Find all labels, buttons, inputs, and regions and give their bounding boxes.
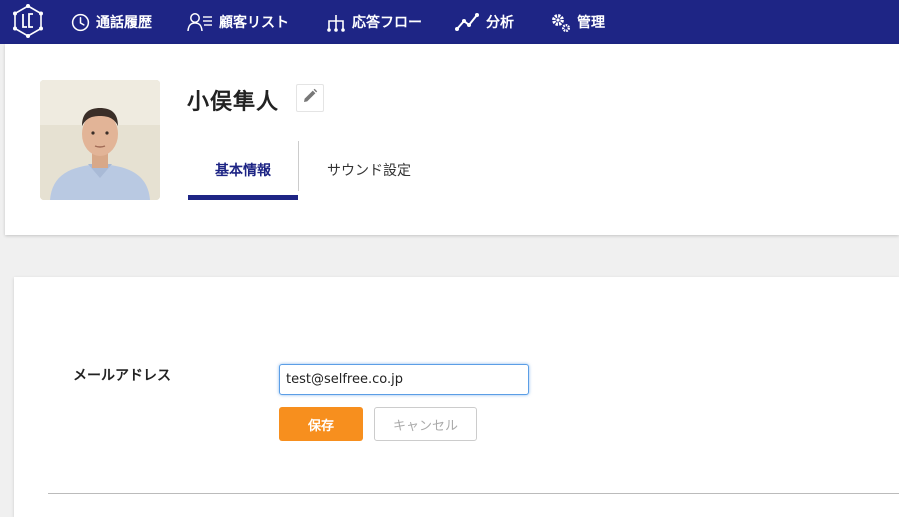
nav-item-label: 分析 (486, 15, 514, 31)
email-form-card: メールアドレス 保存 キャンセル (14, 277, 899, 517)
email-input[interactable] (279, 364, 529, 395)
customer-list-icon (187, 12, 213, 32)
tab-sound-settings[interactable]: サウンド設定 (305, 140, 433, 200)
nav-item-customer-list[interactable]: 顧客リスト (187, 0, 289, 44)
nav-item-response-flow[interactable]: 応答フロー (326, 0, 422, 44)
tab-divider (298, 141, 299, 191)
save-button[interactable]: 保存 (279, 407, 363, 441)
clock-icon (71, 13, 90, 32)
divider (48, 493, 899, 494)
nav-item-label: 顧客リスト (219, 15, 289, 31)
pencil-icon (302, 88, 318, 108)
flow-icon (326, 12, 346, 32)
nav-item-label: 管理 (577, 15, 605, 31)
nav-item-label: 通話履歴 (96, 15, 152, 31)
profile-card: 小俣隼人 基本情報 サウンド設定 (5, 44, 899, 235)
cancel-button[interactable]: キャンセル (374, 407, 477, 441)
gears-icon (550, 12, 571, 33)
nav-item-analytics[interactable]: 分析 (455, 0, 514, 44)
nav-item-admin[interactable]: 管理 (550, 0, 605, 44)
user-name: 小俣隼人 (187, 90, 280, 115)
avatar (40, 80, 160, 200)
brand-logo-icon[interactable] (12, 4, 44, 38)
edit-name-button[interactable] (296, 84, 324, 112)
email-label: メールアドレス (73, 368, 171, 384)
nav-item-label: 応答フロー (352, 15, 422, 31)
nav-item-call-history[interactable]: 通話履歴 (71, 0, 152, 44)
tab-basic-info[interactable]: 基本情報 (188, 140, 298, 200)
top-navigation: 通話履歴 顧客リスト 応答フロー 分析 管理 (0, 0, 899, 44)
chart-line-icon (455, 12, 480, 32)
